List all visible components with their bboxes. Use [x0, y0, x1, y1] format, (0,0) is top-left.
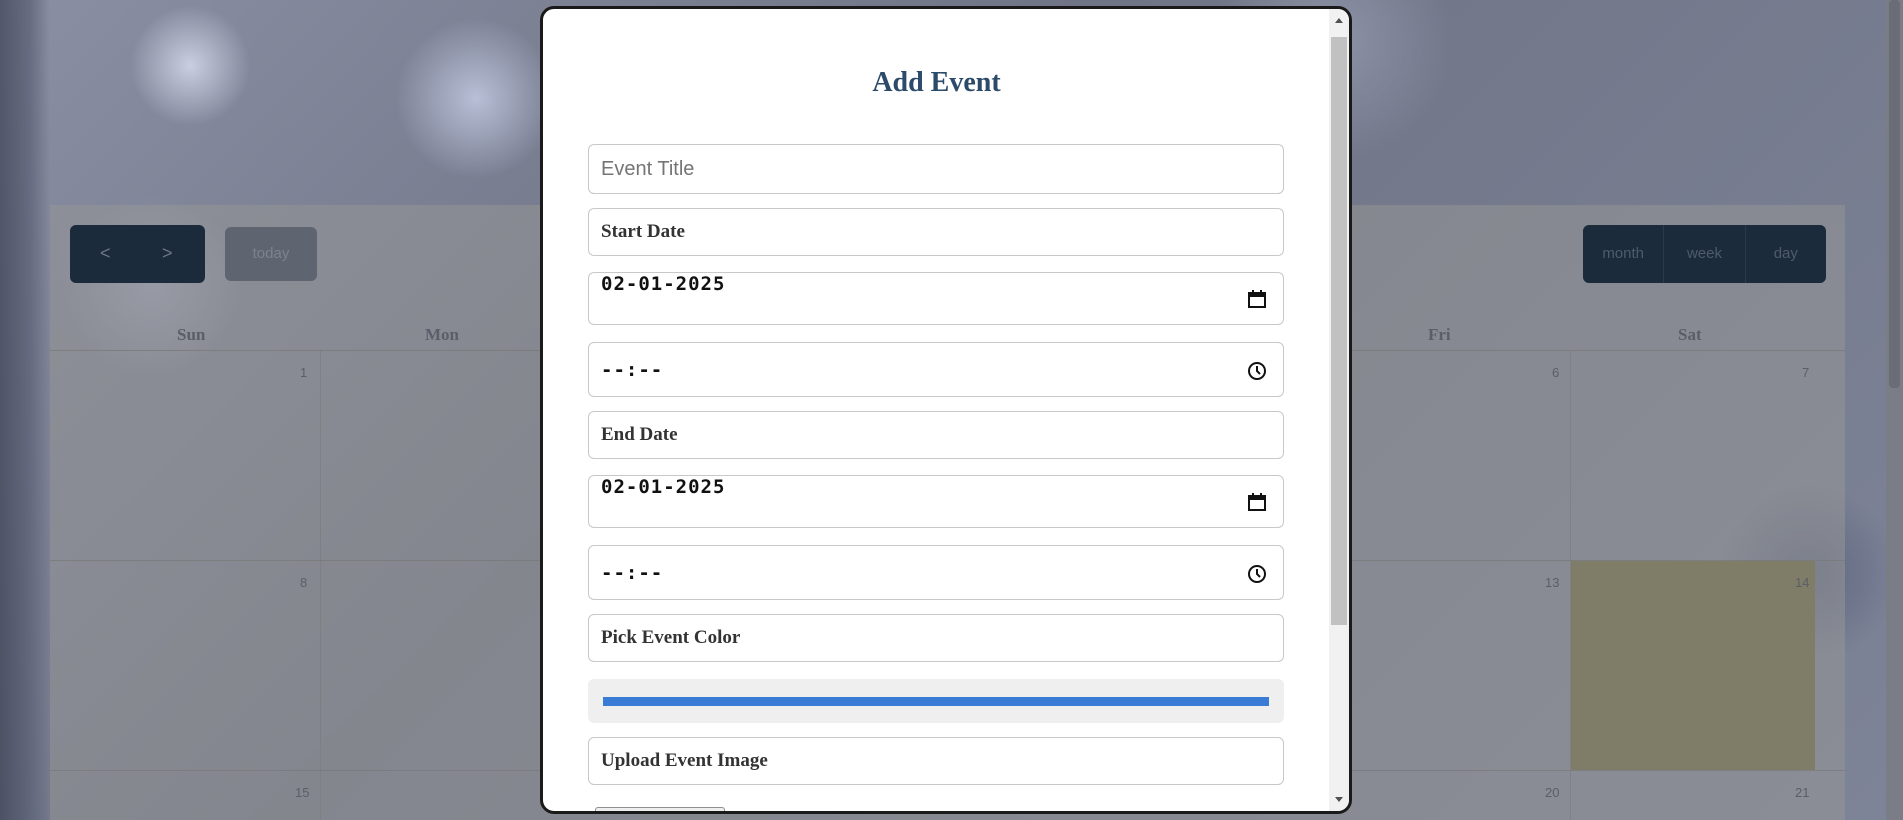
choose-file-button[interactable] — [595, 807, 725, 811]
modal-scrollbar[interactable] — [1329, 9, 1349, 811]
end-date-label-box: End Date — [588, 411, 1284, 459]
page-scrollbar-thumb[interactable] — [1889, 0, 1900, 388]
pick-color-label-box: Pick Event Color — [588, 614, 1284, 662]
view-week-button[interactable]: week — [1664, 225, 1746, 283]
weekday-header: Sun — [177, 325, 206, 344]
end-date-value: 02-01-2025 — [601, 476, 726, 498]
prev-button[interactable]: < — [100, 243, 111, 264]
view-switcher: month week day — [1583, 225, 1826, 283]
modal-scrollbar-thumb[interactable] — [1331, 37, 1347, 625]
modal-title: Add Event — [872, 67, 1001, 98]
day-number[interactable]: 20 — [1545, 785, 1559, 800]
day-number[interactable]: 7 — [1802, 365, 1809, 380]
scroll-up-arrow-icon[interactable] — [1329, 11, 1349, 31]
day-number[interactable]: 21 — [1795, 785, 1809, 800]
calendar-icon[interactable] — [1247, 492, 1267, 512]
day-number[interactable]: 13 — [1545, 575, 1559, 590]
weekday-header: Fri — [1428, 325, 1451, 344]
upload-image-label-box: Upload Event Image — [588, 737, 1284, 785]
scroll-down-arrow-icon[interactable] — [1329, 789, 1349, 809]
start-date-value: 02-01-2025 — [601, 273, 726, 295]
start-time-value: --:-- — [601, 359, 664, 381]
background-strip — [0, 0, 50, 820]
weekday-header: Sat — [1678, 325, 1702, 344]
clock-icon[interactable] — [1247, 564, 1267, 584]
next-button[interactable]: > — [162, 243, 173, 264]
event-color-picker[interactable] — [588, 679, 1284, 723]
calendar-icon[interactable] — [1247, 289, 1267, 309]
today-button[interactable]: today — [225, 227, 317, 281]
start-date-label: Start Date — [601, 221, 685, 242]
pick-color-label: Pick Event Color — [601, 627, 741, 648]
view-day-button[interactable]: day — [1746, 225, 1826, 283]
weekday-header: Mon — [425, 325, 459, 344]
modal-content: Add Event Start Date 02-01-2025 --:-- — [543, 9, 1330, 811]
day-number[interactable]: 15 — [295, 785, 309, 800]
day-number[interactable]: 1 — [300, 365, 307, 380]
day-number[interactable]: 8 — [300, 575, 307, 590]
event-title-field[interactable] — [588, 144, 1284, 194]
event-color-swatch[interactable] — [603, 697, 1269, 706]
calendar-nav-buttons: < > — [70, 225, 205, 283]
upload-image-label: Upload Event Image — [601, 750, 768, 771]
end-date-input[interactable]: 02-01-2025 — [588, 475, 1284, 528]
event-title-input[interactable] — [589, 145, 1283, 193]
end-date-label: End Date — [601, 424, 678, 445]
day-number[interactable]: 14 — [1795, 575, 1809, 590]
clock-icon[interactable] — [1247, 361, 1267, 381]
end-time-input[interactable]: --:-- — [588, 545, 1284, 600]
day-number[interactable]: 6 — [1552, 365, 1559, 380]
view-month-button[interactable]: month — [1583, 225, 1665, 283]
start-time-input[interactable]: --:-- — [588, 342, 1284, 397]
today-cell-highlight — [1571, 561, 1815, 770]
grid-line — [320, 350, 321, 820]
start-date-input[interactable]: 02-01-2025 — [588, 272, 1284, 325]
page-scrollbar[interactable] — [1886, 0, 1903, 820]
add-event-modal: Add Event Start Date 02-01-2025 --:-- — [540, 6, 1352, 814]
start-date-label-box: Start Date — [588, 208, 1284, 256]
end-time-value: --:-- — [601, 562, 664, 584]
